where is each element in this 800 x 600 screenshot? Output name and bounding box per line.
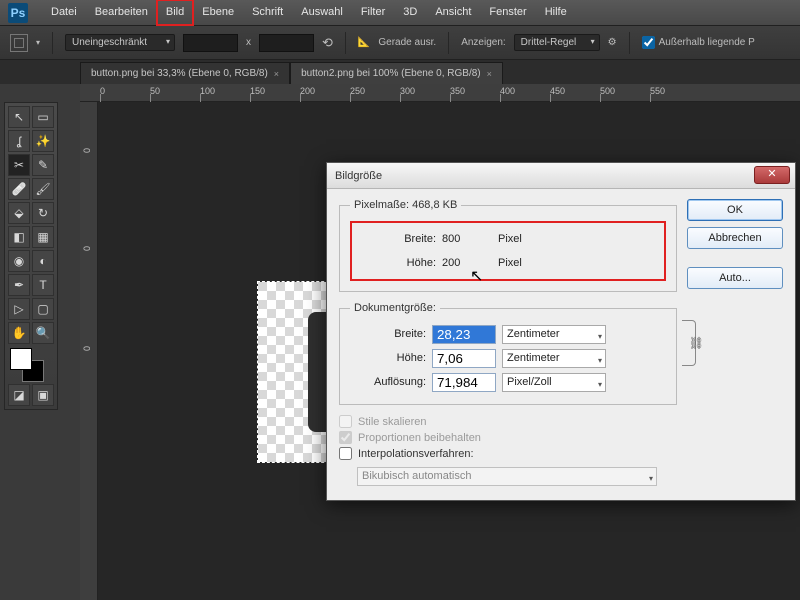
- stamp-tool-icon[interactable]: ⬙: [8, 202, 30, 224]
- close-tab-icon[interactable]: ×: [274, 63, 279, 85]
- gear-icon[interactable]: ⚙: [608, 37, 617, 48]
- menu-fenster[interactable]: Fenster: [480, 0, 535, 25]
- quickmask-icon[interactable]: ◪: [8, 384, 30, 406]
- width-unit-select[interactable]: Zentimeter: [502, 325, 606, 344]
- outside-checkbox[interactable]: Außerhalb liegende P: [642, 36, 755, 49]
- eraser-tool-icon[interactable]: ◧: [8, 226, 30, 248]
- menu-bar: Ps Datei Bearbeiten Bild Ebene Schrift A…: [0, 0, 800, 25]
- shape-tool-icon[interactable]: ▢: [32, 298, 54, 320]
- selection-tool-icon[interactable]: ▷: [8, 298, 30, 320]
- outside-check-input[interactable]: [642, 36, 655, 49]
- dodge-tool-icon[interactable]: ◐: [32, 250, 54, 272]
- pen-tool-icon[interactable]: ✒: [8, 274, 30, 296]
- fg-color[interactable]: [10, 348, 32, 370]
- constrain-checkbox: Proportionen beibehalten: [339, 431, 677, 444]
- tab-label: button.png bei 33,3% (Ebene 0, RGB/8): [91, 63, 268, 85]
- height-label: Höhe:: [360, 257, 436, 269]
- auto-button[interactable]: Auto...: [687, 267, 783, 289]
- straighten-label: Gerade ausr.: [378, 37, 436, 48]
- outside-check-label: Außerhalb liegende P: [659, 37, 755, 48]
- menu-3d[interactable]: 3D: [394, 0, 426, 25]
- ruler-horizontal: 0 50 100 150 200 250 300 350 400 450 500…: [80, 84, 800, 102]
- doc-legend: Dokumentgröße:: [350, 302, 440, 314]
- pixel-legend: Pixelmaße: 468,8 KB: [350, 199, 461, 211]
- menu-datei[interactable]: Datei: [42, 0, 86, 25]
- document-tab-bar: button.png bei 33,3% (Ebene 0, RGB/8) × …: [0, 60, 800, 84]
- marquee-tool-icon[interactable]: ▭: [32, 106, 54, 128]
- dialog-titlebar[interactable]: Bildgröße ✕: [327, 163, 795, 189]
- view-select[interactable]: Drittel-Regel: [514, 34, 600, 51]
- app-logo: Ps: [8, 3, 28, 23]
- constrain-label: Proportionen beibehalten: [358, 432, 481, 444]
- width-label: Breite:: [350, 328, 426, 340]
- interpolation-select[interactable]: Bikubisch automatisch: [357, 467, 657, 486]
- x-label: x: [246, 37, 251, 48]
- height-unit-select[interactable]: Zentimeter: [502, 349, 606, 368]
- swap-icon[interactable]: ⟲: [322, 35, 333, 51]
- interpolation-label: Interpolationsverfahren:: [358, 448, 474, 460]
- menu-ebene[interactable]: Ebene: [193, 0, 243, 25]
- ok-button[interactable]: OK: [687, 199, 783, 221]
- interpolation-checkbox[interactable]: Interpolationsverfahren:: [339, 447, 677, 460]
- menu-bearbeiten[interactable]: Bearbeiten: [86, 0, 157, 25]
- tools-panel: ↖ ▭ ʆ ✨ ✂ ✎ 🩹 🖌 ⬙ ↻ ◧ ▦ ◉ ◐ ✒ T ▷ ▢ ✋ 🔍 …: [4, 102, 58, 410]
- crop-tool-icon[interactable]: ✂: [8, 154, 30, 176]
- brush-tool-icon[interactable]: 🖌: [32, 178, 54, 200]
- gradient-tool-icon[interactable]: ▦: [32, 226, 54, 248]
- crop-width-input[interactable]: [183, 34, 238, 52]
- scale-styles-checkbox: Stile skalieren: [339, 415, 677, 428]
- wand-tool-icon[interactable]: ✨: [32, 130, 54, 152]
- resolution-input[interactable]: [432, 373, 496, 392]
- pixel-dimensions-group: Pixelmaße: 468,8 KB Breite: 800 Pixel Hö…: [339, 199, 677, 292]
- color-swatch[interactable]: [8, 346, 54, 382]
- lasso-tool-icon[interactable]: ʆ: [8, 130, 30, 152]
- crop-tool-icon[interactable]: [10, 34, 28, 52]
- pixel-unit: Pixel: [498, 233, 578, 245]
- resolution-label: Auflösung:: [350, 376, 426, 388]
- menu-schrift[interactable]: Schrift: [243, 0, 292, 25]
- document-tab[interactable]: button2.png bei 100% (Ebene 0, RGB/8) ×: [290, 62, 503, 84]
- hand-tool-icon[interactable]: ✋: [8, 322, 30, 344]
- doc-height-input[interactable]: [432, 349, 496, 368]
- straighten-icon[interactable]: 📐: [358, 37, 370, 48]
- history-brush-icon[interactable]: ↻: [32, 202, 54, 224]
- eyedropper-tool-icon[interactable]: ✎: [32, 154, 54, 176]
- pixel-unit: Pixel: [498, 257, 578, 269]
- healing-tool-icon[interactable]: 🩹: [8, 178, 30, 200]
- doc-width-input[interactable]: [432, 325, 496, 344]
- move-tool-icon[interactable]: ↖: [8, 106, 30, 128]
- options-bar: ▾ Uneingeschränkt x ⟲ 📐 Gerade ausr. Anz…: [0, 25, 800, 60]
- menu-hilfe[interactable]: Hilfe: [536, 0, 576, 25]
- resolution-unit-select[interactable]: Pixel/Zoll: [502, 373, 606, 392]
- image-size-dialog: Bildgröße ✕ Pixelmaße: 468,8 KB Breite: …: [326, 162, 796, 501]
- view-label: Anzeigen:: [461, 37, 505, 48]
- document-size-group: Dokumentgröße: Breite: Zentimeter Höhe: …: [339, 302, 677, 405]
- scale-styles-label: Stile skalieren: [358, 416, 426, 428]
- dialog-title: Bildgröße: [335, 170, 382, 182]
- crop-height-input[interactable]: [259, 34, 314, 52]
- height-px-value: 200: [442, 257, 492, 269]
- link-icon[interactable]: ⛓: [689, 336, 704, 350]
- tab-label: button2.png bei 100% (Ebene 0, RGB/8): [301, 63, 481, 85]
- crop-mode-select[interactable]: Uneingeschränkt: [65, 34, 175, 51]
- zoom-tool-icon[interactable]: 🔍: [32, 322, 54, 344]
- menu-ansicht[interactable]: Ansicht: [426, 0, 480, 25]
- width-label: Breite:: [360, 233, 436, 245]
- menu-bild[interactable]: Bild: [157, 0, 193, 25]
- ruler-vertical: 0 0 0: [80, 102, 98, 600]
- type-tool-icon[interactable]: T: [32, 274, 54, 296]
- highlight-box: Breite: 800 Pixel Höhe: 200 Pixel: [350, 221, 666, 281]
- height-label: Höhe:: [350, 352, 426, 364]
- screenmode-icon[interactable]: ▣: [32, 384, 54, 406]
- close-icon[interactable]: ✕: [754, 166, 790, 184]
- close-tab-icon[interactable]: ×: [487, 63, 492, 85]
- blur-tool-icon[interactable]: ◉: [8, 250, 30, 272]
- menu-filter[interactable]: Filter: [352, 0, 394, 25]
- menu-auswahl[interactable]: Auswahl: [292, 0, 352, 25]
- width-px-value: 800: [442, 233, 492, 245]
- document-tab[interactable]: button.png bei 33,3% (Ebene 0, RGB/8) ×: [80, 62, 290, 84]
- cancel-button[interactable]: Abbrechen: [687, 227, 783, 249]
